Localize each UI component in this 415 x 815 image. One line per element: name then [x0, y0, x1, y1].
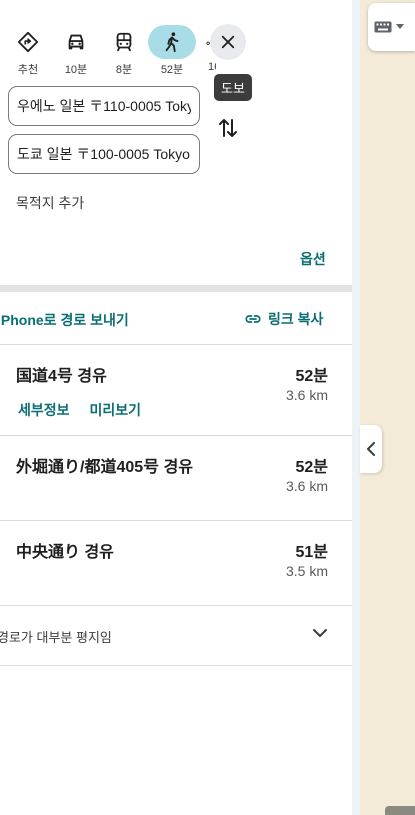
- mode-walking[interactable]: 52분: [148, 25, 196, 76]
- mode-label: 16: [208, 61, 216, 73]
- route-distance: 3.6 km: [285, 478, 328, 494]
- route-preview-link[interactable]: 미리보기: [90, 402, 142, 418]
- swap-arrows-icon: [219, 119, 237, 137]
- route-name: 中央通り 경유: [16, 544, 114, 561]
- terrain-note: 경로가 대부분 평지임: [0, 630, 112, 645]
- divider: [0, 605, 352, 606]
- link-icon: [245, 315, 261, 323]
- add-destination-button[interactable]: 목적지 추가: [16, 193, 84, 213]
- divider: [0, 665, 352, 666]
- route-distance: 3.5 km: [285, 563, 328, 579]
- chevron-down-icon: [313, 629, 327, 637]
- input-tools-button[interactable]: [368, 3, 415, 51]
- divider: [0, 344, 352, 345]
- walking-icon: [148, 25, 196, 59]
- mode-label: 52분: [160, 64, 184, 76]
- route-details-link[interactable]: 세부정보: [18, 402, 70, 418]
- route-time: 52분: [295, 368, 328, 385]
- dropdown-arrow-icon: [396, 24, 404, 29]
- collapse-panel-button[interactable]: [360, 425, 382, 473]
- options-button[interactable]: 옵션: [300, 249, 326, 269]
- copy-link-label: 링크 복사: [268, 311, 324, 327]
- mode-label: 추천: [17, 64, 39, 76]
- expand-note-button[interactable]: [310, 623, 330, 643]
- close-directions-button[interactable]: [210, 24, 246, 60]
- map-canvas[interactable]: [360, 0, 415, 815]
- mode-tooltip: 도보: [214, 74, 252, 101]
- route-option[interactable]: 中央通り 경유 51분 3.5 km: [0, 538, 352, 604]
- divider: [0, 435, 352, 436]
- destination-input[interactable]: [8, 134, 200, 174]
- recommended-route-icon: [4, 25, 52, 59]
- section-divider: [0, 285, 352, 292]
- mode-label: 10분: [64, 64, 88, 76]
- route-option[interactable]: 外堀通り/都道405号 경유 52분 3.6 km: [0, 453, 352, 519]
- layers-thumbnail[interactable]: [385, 806, 415, 815]
- directions-panel: 추천 10분 8분 52분 16 도보 목적지 추가 옵션 iPhone로 경로…: [0, 0, 352, 815]
- route-distance: 3.6 km: [285, 387, 328, 403]
- copy-link-button[interactable]: 링크 복사: [244, 309, 323, 329]
- mode-driving[interactable]: 10분: [52, 25, 100, 76]
- route-time: 52분: [295, 459, 328, 476]
- send-to-phone-link[interactable]: iPhone로 경로 보내기: [0, 310, 129, 330]
- close-icon: [221, 35, 235, 49]
- mode-recommended[interactable]: 추천: [4, 25, 52, 76]
- car-icon: [52, 25, 100, 59]
- transit-icon: [100, 25, 148, 59]
- keyboard-icon: [374, 21, 392, 33]
- route-time: 51분: [295, 544, 328, 561]
- divider: [0, 520, 352, 521]
- chevron-left-icon: [367, 442, 375, 456]
- route-name: 外堀通り/都道405号 경유: [16, 459, 194, 476]
- route-option[interactable]: 国道4号 경유 52분 3.6 km 세부정보 미리보기: [0, 362, 352, 434]
- swap-locations-button[interactable]: [216, 116, 240, 140]
- origin-input[interactable]: [8, 86, 200, 126]
- route-name: 国道4号 경유: [16, 368, 107, 385]
- panel-edge: [352, 0, 360, 815]
- mode-label: 8분: [115, 64, 133, 76]
- mode-transit[interactable]: 8분: [100, 25, 148, 76]
